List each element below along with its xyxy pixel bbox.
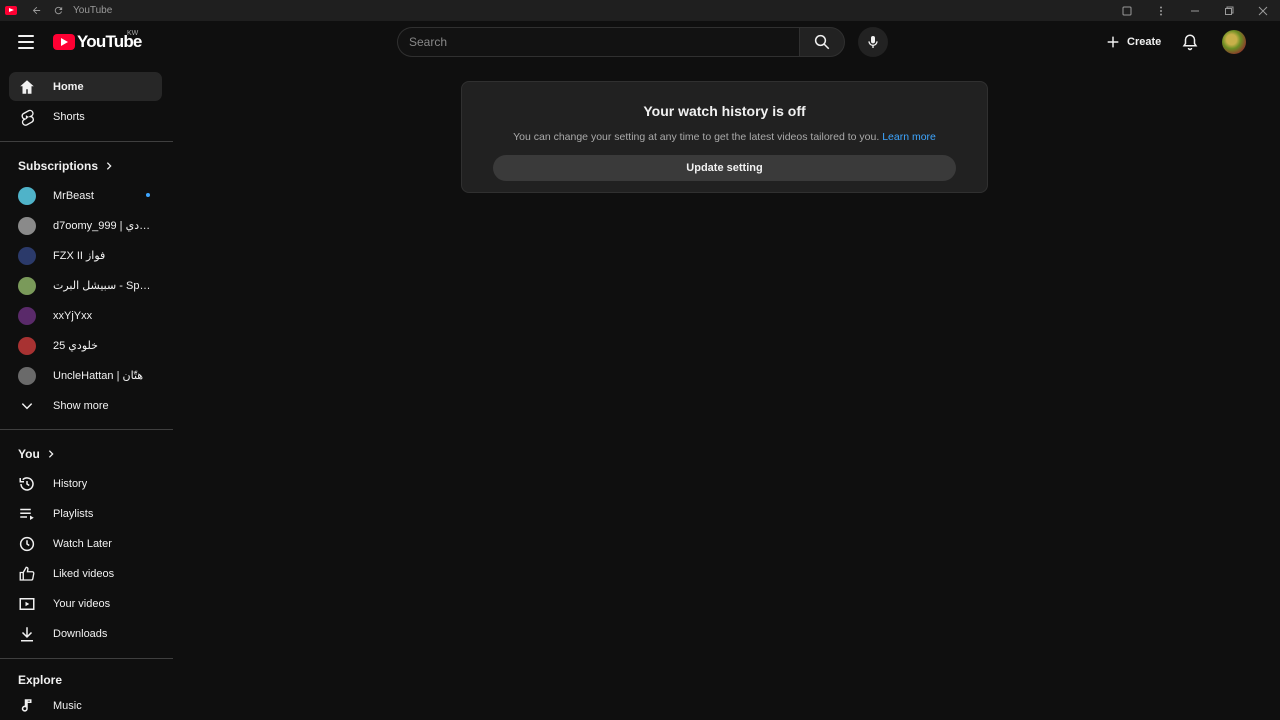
sidebar-item-home[interactable]: Home [9, 72, 162, 101]
sidebar-item-music[interactable]: Music [9, 691, 162, 720]
browser-titlebar: YouTube [0, 0, 1280, 21]
watch-history-off-card: Your watch history is off You can change… [461, 81, 988, 193]
home-icon [17, 77, 37, 97]
browser-tab-title: YouTube [73, 5, 113, 16]
sidebar-item-label: Watch Later [53, 537, 112, 550]
sidebar-item-label: Downloads [53, 627, 108, 640]
sidebar-item-label: Shorts [53, 110, 85, 123]
account-avatar[interactable] [1222, 30, 1246, 54]
channel-name: MrBeast [53, 189, 94, 202]
channel-name: UncleHattan | هتّان [53, 370, 144, 382]
music-note-icon [17, 696, 37, 716]
shorts-icon [17, 107, 37, 127]
search-icon [814, 34, 830, 50]
sidebar-item-label: History [53, 477, 88, 490]
bell-icon [1182, 34, 1198, 51]
sidebar-item-label: Your videos [53, 597, 111, 610]
voice-search-button[interactable] [858, 27, 888, 57]
sidebar-item-label: Home [53, 80, 84, 93]
channel-name: d7oomy_999 | ٩٩٩_حمودي [53, 220, 153, 232]
reload-icon[interactable] [47, 0, 69, 21]
sidebar-item-playlists[interactable]: Playlists [9, 499, 162, 528]
show-more-button[interactable]: Show more [9, 391, 162, 420]
channel-name: خلودي 25 [53, 340, 98, 352]
minimize-icon[interactable] [1178, 0, 1212, 21]
country-code: KW [127, 30, 139, 37]
channel-avatar [18, 336, 36, 355]
sidebar-item-watch-later[interactable]: Watch Later [9, 529, 162, 558]
subscription-item[interactable]: سبيشل البرت - Special ... [9, 271, 162, 300]
channel-name: FZX II فواز [53, 250, 106, 262]
chevron-down-icon [17, 396, 37, 416]
subscription-item[interactable]: xxYjYxx [9, 301, 162, 330]
back-arrow-icon[interactable] [25, 0, 47, 21]
explore-title: Explore [18, 673, 63, 687]
search-button[interactable] [799, 27, 845, 57]
masthead: YouTube KW Create [0, 21, 1280, 63]
sidebar-item-label: Music [53, 699, 82, 712]
sidebar-item-downloads[interactable]: Downloads [9, 619, 162, 648]
sidebar-item-shorts[interactable]: Shorts [9, 102, 162, 131]
subscription-item[interactable]: d7oomy_999 | ٩٩٩_حمودي [9, 211, 162, 240]
extensions-icon[interactable] [1110, 0, 1144, 21]
sidebar-item-history[interactable]: History [9, 469, 162, 498]
card-description: You can change your setting at any time … [513, 131, 880, 143]
menu-icon[interactable] [14, 30, 38, 54]
explore-header: Explore [18, 673, 62, 687]
notifications-button[interactable] [1178, 30, 1202, 54]
video-icon [17, 594, 37, 614]
youtube-play-icon [53, 34, 75, 50]
channel-name: xxYjYxx [53, 309, 93, 322]
channel-avatar [18, 246, 36, 265]
create-label: Create [1127, 36, 1162, 48]
show-more-label: Show more [53, 399, 109, 412]
search-input[interactable] [397, 27, 799, 57]
sidebar-item-label: Liked videos [53, 567, 115, 580]
microphone-icon [868, 36, 878, 48]
plus-icon [1107, 36, 1119, 48]
sidebar-item-your-videos[interactable]: Your videos [9, 589, 162, 618]
learn-more-link[interactable]: Learn more [882, 131, 936, 143]
youtube-app-icon [5, 6, 17, 15]
divider [0, 141, 173, 142]
clock-icon [17, 534, 37, 554]
subscription-item[interactable]: UncleHattan | هتّان [9, 361, 162, 390]
you-header[interactable]: You [18, 447, 56, 461]
channel-avatar [18, 366, 36, 385]
thumbs-up-icon [17, 564, 37, 584]
playlists-icon [17, 504, 37, 524]
more-vertical-icon[interactable] [1144, 0, 1178, 21]
subscription-item[interactable]: خلودي 25 [9, 331, 162, 360]
download-icon [17, 624, 37, 644]
restore-icon[interactable] [1212, 0, 1246, 21]
subscriptions-header[interactable]: Subscriptions [18, 159, 114, 173]
sidebar: Home Shorts Subscriptions MrBeast d7oomy… [0, 63, 173, 720]
subscription-item[interactable]: MrBeast [9, 181, 162, 210]
subscription-item[interactable]: FZX II فواز [9, 241, 162, 270]
divider [0, 658, 173, 659]
divider [0, 429, 173, 430]
card-text: You can change your setting at any time … [462, 131, 987, 143]
card-title: Your watch history is off [643, 103, 806, 119]
close-icon[interactable] [1246, 0, 1280, 21]
sidebar-item-label: Playlists [53, 507, 94, 520]
channel-avatar [18, 186, 36, 205]
channel-name: سبيشل البرت - Special ... [53, 280, 153, 292]
chevron-right-icon [106, 162, 112, 170]
sidebar-item-liked-videos[interactable]: Liked videos [9, 559, 162, 588]
channel-avatar [18, 276, 36, 295]
new-content-dot [146, 193, 150, 197]
chevron-right-icon [48, 450, 54, 458]
history-icon [17, 474, 37, 494]
channel-avatar [18, 306, 36, 325]
you-title: You [18, 447, 40, 461]
subscriptions-title: Subscriptions [18, 159, 99, 173]
update-setting-button[interactable]: Update setting [493, 155, 956, 181]
search-box [397, 27, 845, 57]
create-button[interactable]: Create [1097, 27, 1171, 57]
channel-avatar [18, 216, 36, 235]
